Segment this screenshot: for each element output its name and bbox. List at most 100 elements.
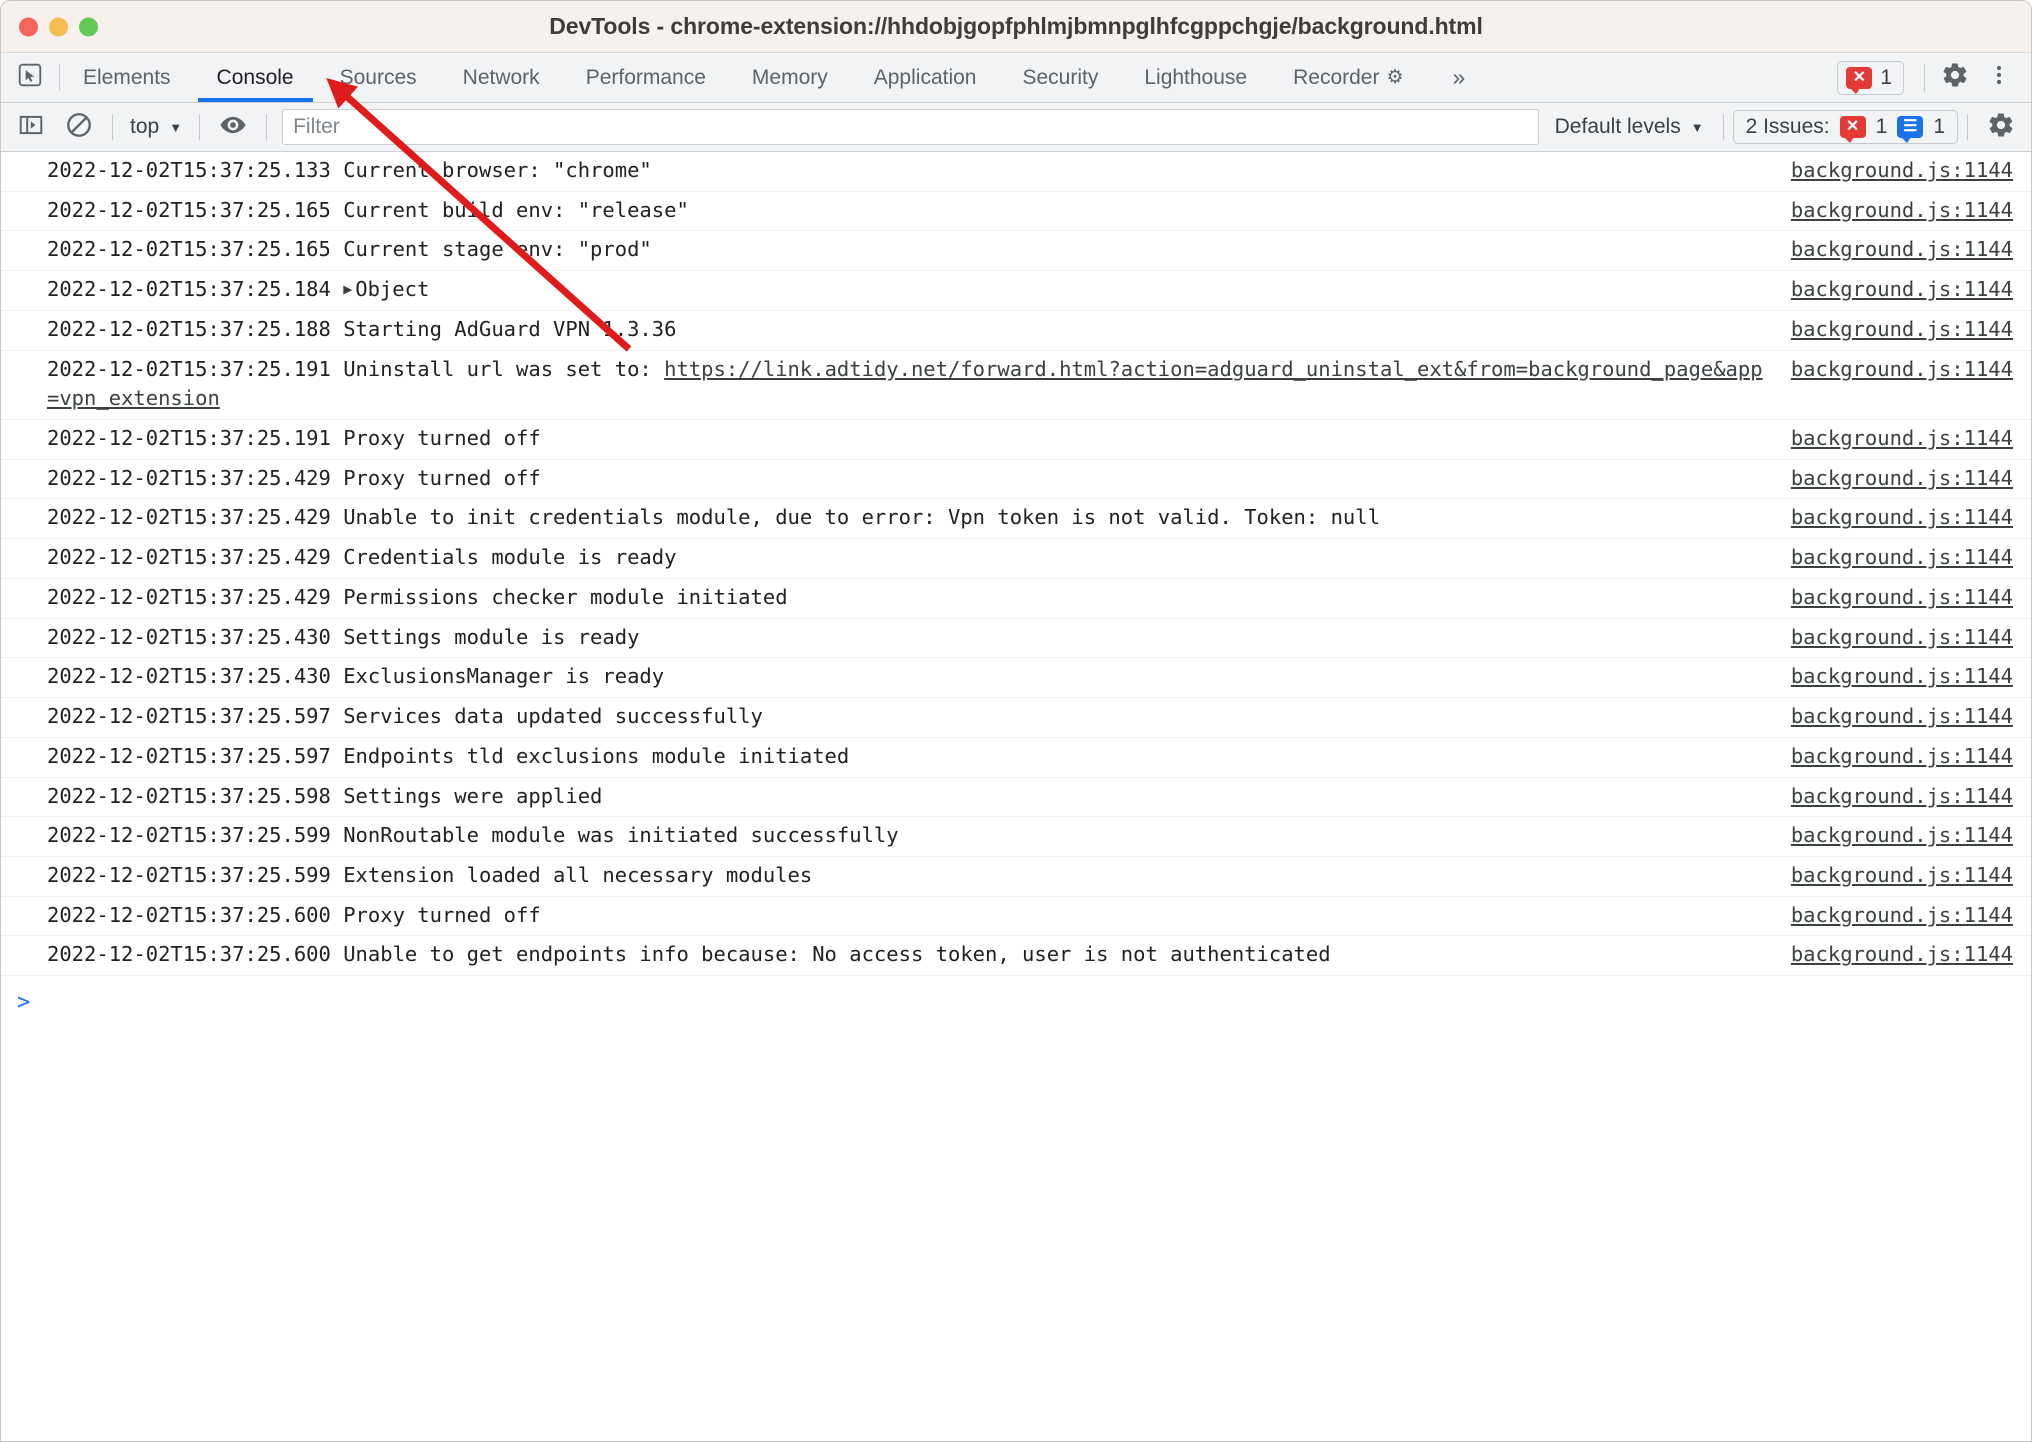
console-message-text: 2022-12-02T15:37:25.598 Settings were ap… <box>47 782 1771 812</box>
inspect-element-button[interactable] <box>1 53 59 102</box>
console-message-row[interactable]: 2022-12-02T15:37:25.599 NonRoutable modu… <box>1 817 2031 857</box>
console-message-row[interactable]: 2022-12-02T15:37:25.429 Proxy turned off… <box>1 460 2031 500</box>
console-message-row[interactable]: 2022-12-02T15:37:25.598 Settings were ap… <box>1 778 2031 818</box>
message-source-link[interactable]: background.js:1144 <box>1791 355 2013 385</box>
console-message-row[interactable]: 2022-12-02T15:37:25.600 Proxy turned off… <box>1 897 2031 937</box>
issues-chip[interactable]: 2 Issues: ✕ 1 ☰ 1 <box>1732 110 1958 144</box>
message-source-link[interactable]: background.js:1144 <box>1791 424 2013 454</box>
message-source-link[interactable]: background.js:1144 <box>1791 583 2013 613</box>
console-message-row[interactable]: 2022-12-02T15:37:25.430 Settings module … <box>1 619 2031 659</box>
message-source-link[interactable]: background.js:1144 <box>1791 821 2013 851</box>
live-expression-button[interactable] <box>209 107 257 147</box>
error-count-label: 1 <box>1880 65 1892 89</box>
console-message-row[interactable]: 2022-12-02T15:37:25.600 Unable to get en… <box>1 936 2031 977</box>
filter-input[interactable]: Filter <box>282 109 1539 145</box>
message-source-link[interactable]: background.js:1144 <box>1791 543 2013 573</box>
tab-network[interactable]: Network <box>440 53 563 102</box>
tab-sources[interactable]: Sources <box>317 53 440 102</box>
log-levels-selector[interactable]: Default levels ▼ <box>1545 115 1714 139</box>
message-source-link[interactable]: background.js:1144 <box>1791 503 2013 533</box>
message-source-link[interactable]: background.js:1144 <box>1791 156 2013 186</box>
error-badge-icon: ✕ <box>1839 116 1866 143</box>
more-tabs-button[interactable]: » <box>1427 53 1492 102</box>
expand-object-icon[interactable]: ▶ <box>343 279 352 301</box>
message-body: Credentials module is ready <box>343 545 677 570</box>
tab-performance[interactable]: Performance <box>563 53 729 102</box>
console-message-row[interactable]: 2022-12-02T15:37:25.429 Credentials modu… <box>1 539 2031 579</box>
tab-label: Performance <box>585 65 706 89</box>
tab-application[interactable]: Application <box>851 53 1000 102</box>
tab-lighthouse[interactable]: Lighthouse <box>1121 53 1270 102</box>
clear-console-button[interactable] <box>55 107 103 147</box>
tab-elements[interactable]: Elements <box>60 53 194 102</box>
console-message-row[interactable]: 2022-12-02T15:37:25.165 Current stage en… <box>1 231 2031 272</box>
execution-context-selector[interactable]: top ▼ <box>122 115 190 139</box>
console-message-row[interactable]: 2022-12-02T15:37:25.133 Current browser:… <box>1 152 2031 192</box>
settings-button[interactable] <box>1933 56 1977 100</box>
tab-console[interactable]: Console <box>194 53 317 102</box>
console-message-row[interactable]: 2022-12-02T15:37:25.429 Unable to init c… <box>1 499 2031 540</box>
traffic-light-buttons[interactable] <box>19 17 98 36</box>
console-message-row[interactable]: 2022-12-02T15:37:25.165 Current build en… <box>1 192 2031 232</box>
tab-recorder[interactable]: Recorder ⚙ <box>1270 53 1426 102</box>
message-timestamp: 2022-12-02T15:37:25.191 <box>47 426 344 451</box>
console-sidebar-toggle-button[interactable] <box>7 107 55 147</box>
more-options-button[interactable] <box>1977 56 2021 100</box>
chevron-down-icon: ▼ <box>1690 119 1704 135</box>
console-message-text: 2022-12-02T15:37:25.429 Proxy turned off <box>47 464 1771 494</box>
issues-info-count: 1 <box>1933 115 1945 138</box>
message-source-link[interactable]: background.js:1144 <box>1791 901 2013 931</box>
console-message-row[interactable]: 2022-12-02T15:37:25.188 Starting AdGuard… <box>1 311 2031 351</box>
console-message-text: 2022-12-02T15:37:25.133 Current browser:… <box>47 156 1771 186</box>
console-message-row[interactable]: 2022-12-02T15:37:25.191 Uninstall url wa… <box>1 351 2031 421</box>
tab-label: Lighthouse <box>1144 65 1248 89</box>
message-source-link[interactable]: background.js:1144 <box>1791 662 2013 692</box>
message-body: Proxy turned off <box>343 426 541 451</box>
console-message-text: 2022-12-02T15:37:25.600 Unable to get en… <box>47 940 1771 970</box>
console-message-row[interactable]: 2022-12-02T15:37:25.599 Extension loaded… <box>1 857 2031 897</box>
message-body: Proxy turned off <box>343 465 541 490</box>
message-source-link[interactable]: background.js:1144 <box>1791 275 2013 305</box>
message-source-link[interactable]: background.js:1144 <box>1791 940 2013 970</box>
console-message-row[interactable]: 2022-12-02T15:37:25.597 Endpoints tld ex… <box>1 738 2031 778</box>
message-source-link[interactable]: background.js:1144 <box>1791 196 2013 226</box>
minimize-window-button[interactable] <box>49 17 68 36</box>
message-body: Uninstall url was set to: <box>343 356 665 381</box>
message-timestamp: 2022-12-02T15:37:25.430 <box>47 664 344 689</box>
console-prompt[interactable]: > <box>1 976 2031 1030</box>
message-timestamp: 2022-12-02T15:37:25.184 <box>47 277 344 302</box>
error-count-chip[interactable]: ✕ 1 <box>1837 60 1904 95</box>
filter-placeholder: Filter <box>293 115 340 138</box>
message-source-link[interactable]: background.js:1144 <box>1791 742 2013 772</box>
message-body: Current browser: "chrome" <box>343 158 652 182</box>
maximize-window-button[interactable] <box>79 17 98 36</box>
message-timestamp: 2022-12-02T15:37:25.599 <box>47 862 344 887</box>
message-source-link[interactable]: background.js:1144 <box>1791 702 2013 732</box>
message-source-link[interactable]: background.js:1144 <box>1791 235 2013 265</box>
message-source-link[interactable]: background.js:1144 <box>1791 861 2013 891</box>
console-sidebar-icon <box>18 112 44 143</box>
console-message-text: 2022-12-02T15:37:25.430 ExclusionsManage… <box>47 662 1771 692</box>
message-source-link[interactable]: background.js:1144 <box>1791 464 2013 494</box>
tab-label: Elements <box>83 65 171 89</box>
console-message-row[interactable]: 2022-12-02T15:37:25.191 Proxy turned off… <box>1 420 2031 460</box>
message-source-link[interactable]: background.js:1144 <box>1791 782 2013 812</box>
issues-error-count: 1 <box>1875 115 1888 138</box>
tab-memory[interactable]: Memory <box>729 53 851 102</box>
console-message-row[interactable]: 2022-12-02T15:37:25.429 Permissions chec… <box>1 579 2031 619</box>
console-message-row[interactable]: 2022-12-02T15:37:25.184 ▶ Object backgroun… <box>1 271 2031 311</box>
tab-security[interactable]: Security <box>999 53 1121 102</box>
console-settings-button[interactable] <box>1977 107 2025 147</box>
info-badge-icon: ☰ <box>1897 116 1924 143</box>
message-source-link[interactable]: background.js:1144 <box>1791 623 2013 653</box>
console-message-row[interactable]: 2022-12-02T15:37:25.430 ExclusionsManage… <box>1 658 2031 699</box>
close-window-button[interactable] <box>19 17 38 36</box>
console-message-list[interactable]: 2022-12-02T15:37:25.133 Current browser:… <box>1 152 2031 1441</box>
issues-label: 2 Issues: <box>1745 115 1830 138</box>
console-message-text: 2022-12-02T15:37:25.430 Settings module … <box>47 623 1771 653</box>
console-message-text: 2022-12-02T15:37:25.188 Starting AdGuard… <box>47 315 1771 345</box>
message-body: Services data updated successfully <box>343 704 763 729</box>
message-source-link[interactable]: background.js:1144 <box>1791 315 2013 345</box>
message-timestamp: 2022-12-02T15:37:25.600 <box>47 902 344 927</box>
console-message-row[interactable]: 2022-12-02T15:37:25.597 Services data up… <box>1 698 2031 738</box>
